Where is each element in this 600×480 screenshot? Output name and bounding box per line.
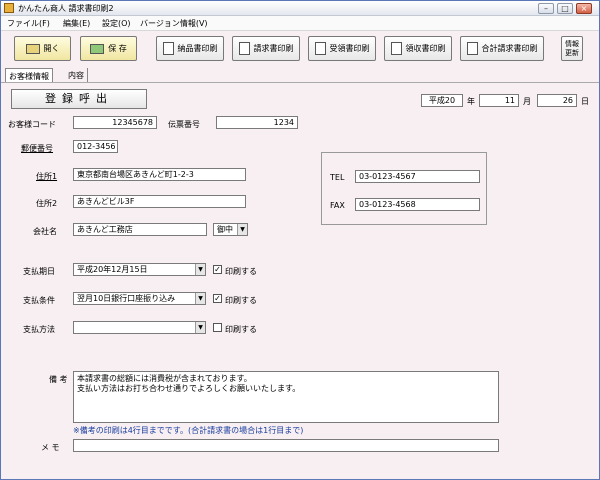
- chevron-down-icon[interactable]: ▼: [195, 293, 205, 304]
- day-field[interactable]: 26: [537, 94, 577, 107]
- fax-field[interactable]: 03-0123-4568: [355, 198, 480, 211]
- register-recall-button[interactable]: 登録呼出: [11, 89, 147, 109]
- postal-code-field[interactable]: 012-3456: [73, 140, 118, 153]
- payment-terms-print-label: 印刷する: [225, 296, 257, 305]
- year-unit-label: 年: [467, 97, 475, 106]
- remarks-label: 備 考: [49, 375, 68, 384]
- tab-contents[interactable]: 内容: [65, 68, 88, 82]
- document-icon: [314, 42, 326, 55]
- honorific-select[interactable]: 御中 ▼: [213, 223, 248, 236]
- month-unit-label: 月: [523, 97, 531, 106]
- slip-number-field[interactable]: 1234: [216, 116, 298, 129]
- receipt-print-button[interactable]: 領収書印刷: [384, 36, 452, 61]
- document-icon: [162, 42, 174, 55]
- month-field[interactable]: 11: [479, 94, 519, 107]
- address1-link[interactable]: 住所1: [36, 171, 57, 182]
- save-button[interactable]: 保 存: [80, 36, 137, 61]
- payment-due-print-label: 印刷する: [225, 267, 257, 276]
- open-button[interactable]: 開く: [14, 36, 71, 61]
- chevron-down-icon[interactable]: ▼: [195, 264, 205, 275]
- address1-field[interactable]: 東京都南台場区あきんど町1-2-3: [73, 168, 246, 181]
- menu-settings[interactable]: 設定(O): [102, 18, 131, 29]
- app-icon: [4, 3, 14, 13]
- slip-number-label: 伝票番号: [168, 120, 200, 129]
- document-icon: [466, 42, 478, 55]
- payment-terms-label: 支払条件: [23, 296, 55, 305]
- payment-method-print-checkbox[interactable]: [213, 323, 222, 332]
- contact-group: [321, 152, 487, 225]
- menu-edit[interactable]: 編集(E): [63, 18, 90, 29]
- payment-terms-print-checkbox[interactable]: ✓: [213, 294, 222, 303]
- remarks-line-2: 支払い方法はお打ち合わせ通りでよろしくお願いいたします。: [77, 384, 301, 393]
- title-bar: かんたん商人 請求書印刷2 – □ ×: [1, 1, 599, 16]
- menu-bar: ファイル(F) 編集(E) 設定(O) バージョン情報(V): [1, 16, 599, 31]
- document-icon: [238, 42, 250, 55]
- info-refresh-button[interactable]: 情報 更新: [561, 36, 583, 61]
- tel-label: TEL: [330, 173, 345, 182]
- era-field[interactable]: 平成20: [421, 94, 463, 107]
- remarks-textarea[interactable]: 本請求書の総額には消費税が含まれております。 支払い方法はお打ち合わせ通りでよろ…: [73, 371, 499, 423]
- customer-code-label: お客様コード: [8, 120, 56, 129]
- tab-customer-info[interactable]: お客様情報: [5, 68, 53, 82]
- acceptance-print-button[interactable]: 受領書印刷: [308, 36, 376, 61]
- remarks-note: ※備考の印刷は4行目までです。(合計請求書の場合は1行目まで): [73, 426, 304, 435]
- tel-field[interactable]: 03-0123-4567: [355, 170, 480, 183]
- memo-field[interactable]: [73, 439, 499, 452]
- maximize-icon[interactable]: □: [557, 3, 573, 14]
- payment-method-label: 支払方法: [23, 325, 55, 334]
- save-icon: [90, 43, 105, 54]
- menu-version[interactable]: バージョン情報(V): [140, 18, 208, 29]
- invoice-print-button[interactable]: 請求書印刷: [232, 36, 300, 61]
- minimize-icon[interactable]: –: [538, 3, 554, 14]
- payment-terms-select[interactable]: 翌月10日銀行口座振り込み ▼: [73, 292, 206, 305]
- postal-code-link[interactable]: 郵便番号: [21, 143, 53, 154]
- app-window: かんたん商人 請求書印刷2 – □ × ファイル(F) 編集(E) 設定(O) …: [0, 0, 600, 480]
- payment-method-print-label: 印刷する: [225, 325, 257, 334]
- remarks-line-1: 本請求書の総額には消費税が含まれております。: [77, 374, 252, 383]
- address2-field[interactable]: あきんどビル3F: [73, 195, 246, 208]
- address2-label: 住所2: [36, 199, 58, 208]
- payment-due-select[interactable]: 平成20年12月15日 ▼: [73, 263, 206, 276]
- folder-icon: [25, 43, 40, 54]
- payment-due-print-checkbox[interactable]: ✓: [213, 265, 222, 274]
- company-field[interactable]: あきんど工務店: [73, 223, 207, 236]
- company-label: 会社名: [33, 227, 57, 236]
- customer-code-field[interactable]: 12345678: [73, 116, 157, 129]
- day-unit-label: 日: [581, 97, 589, 106]
- payment-due-label: 支払期日: [23, 267, 55, 276]
- window-title: かんたん商人 請求書印刷2: [18, 4, 114, 13]
- tab-divider: [1, 82, 599, 83]
- chevron-down-icon[interactable]: ▼: [237, 224, 247, 235]
- chevron-down-icon[interactable]: ▼: [195, 322, 205, 333]
- fax-label: FAX: [330, 201, 345, 210]
- memo-label: メ モ: [41, 443, 60, 452]
- total-invoice-print-button[interactable]: 合計請求書印刷: [460, 36, 544, 61]
- delivery-print-button[interactable]: 納品書印刷: [156, 36, 224, 61]
- document-icon: [390, 42, 402, 55]
- menu-file[interactable]: ファイル(F): [7, 18, 50, 29]
- payment-method-select[interactable]: ▼: [73, 321, 206, 334]
- close-icon[interactable]: ×: [576, 3, 592, 14]
